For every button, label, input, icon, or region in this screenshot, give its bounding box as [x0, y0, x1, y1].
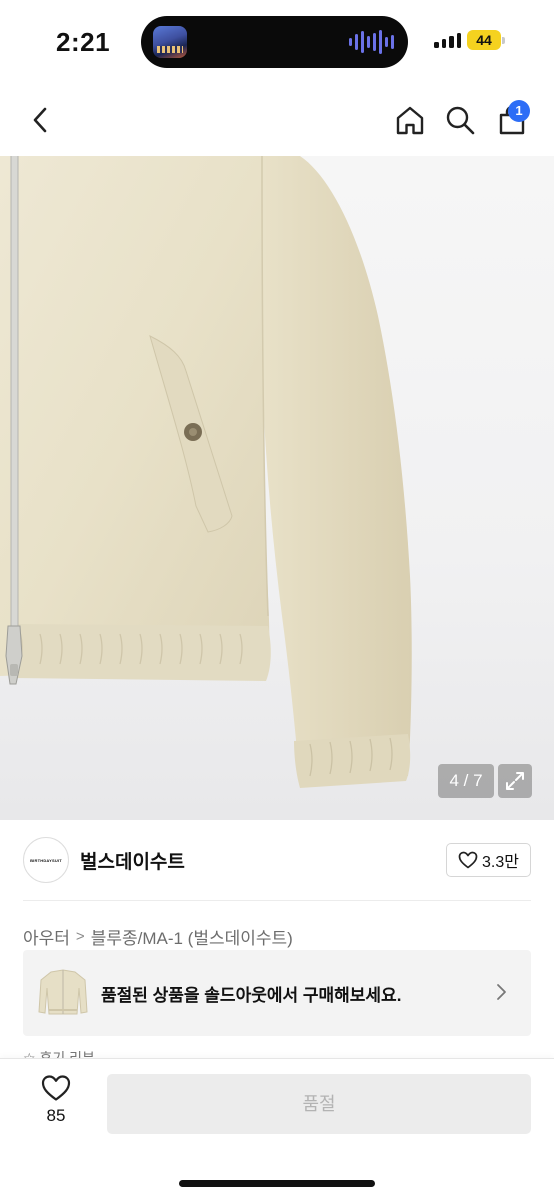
banner-text: 품절된 상품을 솔드아웃에서 구매해보세요.	[101, 986, 402, 1005]
breadcrumb-item[interactable]: 블루종/MA-1 (벌스데이수트)	[91, 924, 293, 949]
divider	[23, 900, 531, 901]
soldout-banner[interactable]: 품절된 상품을 솔드아웃에서 구매해보세요.	[23, 950, 531, 1036]
battery-cap	[502, 37, 505, 44]
expand-icon[interactable]	[498, 764, 532, 798]
brand-name[interactable]: 벌스데이수트	[80, 847, 185, 874]
search-icon[interactable]	[440, 84, 480, 156]
audio-waveform-icon	[349, 30, 394, 54]
brand-logo[interactable]: BIRTHDAYSUIT	[23, 837, 69, 883]
heart-outline-icon	[458, 851, 478, 869]
breadcrumb: 아우터 > 블루종/MA-1 (벌스데이수트)	[23, 924, 293, 948]
heart-outline-icon	[41, 1075, 71, 1101]
banner-product-thumbnail	[38, 969, 88, 1015]
now-playing-artwork	[153, 26, 187, 58]
home-indicator[interactable]	[179, 1180, 375, 1187]
breadcrumb-item[interactable]: 아우터	[23, 924, 70, 949]
brand-logo-text: BIRTHDAYSUIT	[30, 857, 62, 863]
partially-visible-text: ☆ 후기 리뷰	[23, 1050, 95, 1058]
chevron-right-icon	[497, 984, 506, 1000]
image-counter: 4 / 7	[438, 764, 494, 798]
battery-icon: 44	[467, 30, 501, 50]
battery-level: 44	[476, 32, 492, 48]
cellular-signal-icon	[434, 32, 461, 48]
jacket-illustration	[0, 156, 412, 788]
status-bar: 2:21 44	[0, 0, 554, 84]
dynamic-island[interactable]	[141, 16, 408, 68]
cart-count-badge: 1	[508, 100, 530, 122]
breadcrumb-separator: >	[75, 927, 85, 945]
soldout-button[interactable]: 품절	[107, 1074, 531, 1134]
brand-like-count: 3.3만	[482, 854, 519, 871]
chevron-left-icon[interactable]	[20, 84, 60, 156]
brand-like-button[interactable]: 3.3만	[446, 843, 531, 877]
product-image[interactable]	[0, 156, 554, 820]
status-time: 2:21	[56, 27, 111, 57]
home-icon[interactable]	[390, 84, 430, 156]
wishlist-button[interactable]: 85	[30, 1074, 82, 1134]
navigation-bar	[0, 84, 554, 156]
wishlist-count: 85	[46, 1106, 66, 1125]
